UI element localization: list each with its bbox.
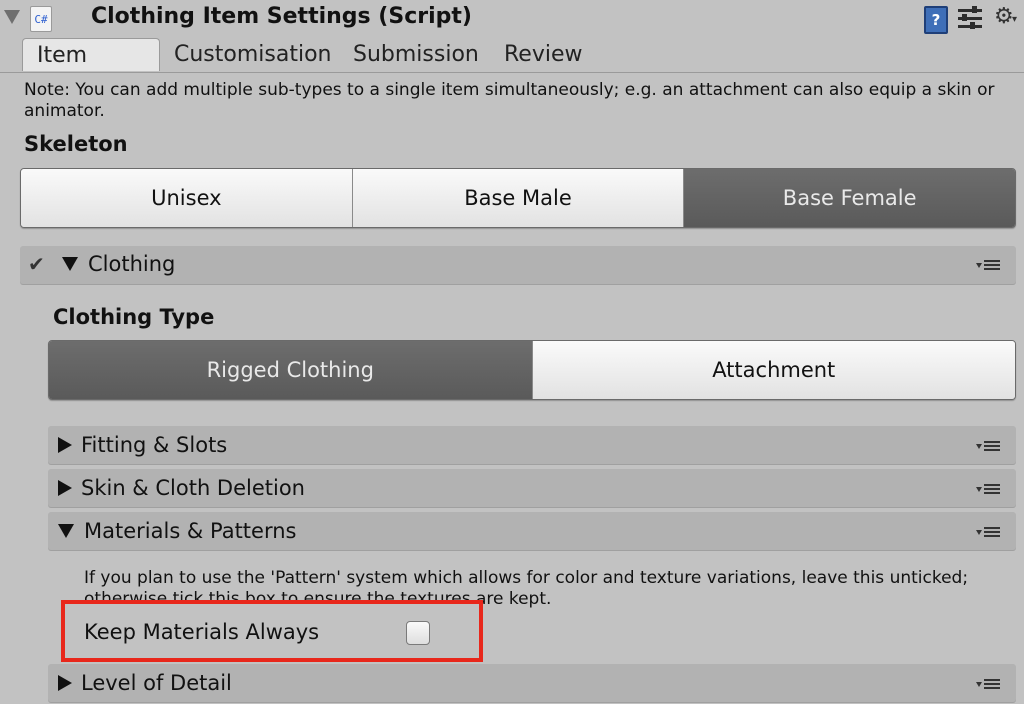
rigged-clothing-button[interactable]: Rigged Clothing bbox=[49, 341, 533, 399]
clothing-type-label: Clothing Type bbox=[53, 305, 215, 329]
tab-submission[interactable]: Submission bbox=[353, 38, 479, 70]
checkmark-icon[interactable]: ✔ bbox=[28, 246, 45, 282]
menu-icon[interactable] bbox=[976, 482, 1004, 496]
skeleton-base-female-button[interactable]: Base Female bbox=[684, 169, 1015, 227]
csharp-script-icon: C# bbox=[30, 6, 52, 32]
skeleton-unisex-button[interactable]: Unisex bbox=[21, 169, 353, 227]
fitting-slots-foldout[interactable]: Fitting & Slots bbox=[48, 426, 1016, 464]
clothing-label: Clothing bbox=[88, 252, 176, 276]
collapsed-arrow-icon[interactable] bbox=[58, 675, 72, 691]
presets-icon[interactable] bbox=[958, 6, 982, 32]
fitting-slots-label: Fitting & Slots bbox=[81, 433, 228, 457]
collapsed-arrow-icon[interactable] bbox=[58, 437, 72, 453]
level-of-detail-foldout[interactable]: Level of Detail bbox=[48, 664, 1016, 702]
expand-arrow-icon[interactable] bbox=[62, 257, 78, 271]
gear-icon[interactable]: ⚙ bbox=[994, 4, 1014, 29]
skin-cloth-deletion-foldout[interactable]: Skin & Cloth Deletion bbox=[48, 469, 1016, 507]
expand-arrow-icon[interactable] bbox=[58, 524, 74, 538]
skeleton-selector: Unisex Base Male Base Female bbox=[20, 168, 1016, 228]
skeleton-base-male-button[interactable]: Base Male bbox=[352, 169, 685, 227]
menu-icon[interactable] bbox=[976, 525, 1004, 539]
component-title: Clothing Item Settings (Script) bbox=[91, 4, 472, 29]
fold-arrow-icon[interactable] bbox=[4, 10, 20, 24]
note-text: Note: You can add multiple sub-types to … bbox=[24, 80, 995, 121]
tab-item[interactable]: Item bbox=[22, 38, 160, 71]
materials-patterns-foldout[interactable]: Materials & Patterns bbox=[48, 512, 1016, 550]
tab-customisation[interactable]: Customisation bbox=[174, 38, 331, 70]
tab-bar: Item Customisation Submission Review bbox=[0, 38, 1024, 73]
menu-icon[interactable] bbox=[976, 439, 1004, 453]
help-icon[interactable]: ? bbox=[924, 6, 948, 34]
skin-cloth-deletion-label: Skin & Cloth Deletion bbox=[81, 476, 305, 500]
clothing-foldout[interactable]: ✔ Clothing bbox=[20, 246, 1016, 284]
collapsed-arrow-icon[interactable] bbox=[58, 480, 72, 496]
skeleton-label: Skeleton bbox=[24, 132, 128, 156]
materials-patterns-label: Materials & Patterns bbox=[84, 519, 297, 543]
menu-icon[interactable] bbox=[976, 258, 1004, 272]
attachment-button[interactable]: Attachment bbox=[532, 341, 1015, 399]
highlight-box bbox=[61, 600, 483, 662]
tab-review[interactable]: Review bbox=[504, 38, 583, 70]
clothing-type-selector: Rigged Clothing Attachment bbox=[48, 340, 1016, 400]
gear-caret-icon[interactable]: ▾ bbox=[1012, 14, 1017, 25]
inspector-header: C# Clothing Item Settings (Script) ? ⚙ ▾ bbox=[0, 0, 1024, 38]
menu-icon[interactable] bbox=[976, 677, 1004, 691]
level-of-detail-label: Level of Detail bbox=[81, 671, 232, 695]
